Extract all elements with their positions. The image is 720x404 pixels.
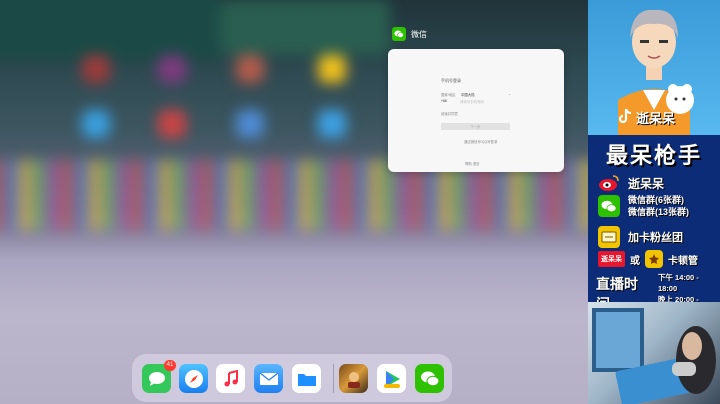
phone-input[interactable]: 请填写手机号码 — [460, 99, 484, 104]
dock-separator — [333, 364, 334, 393]
ipad-screen: 微信 手机号登录 国家/地区 中国大陆 ⌄ +86 请填写手机号码 阅读并同意 … — [0, 0, 588, 404]
kuaishou-right-name: 卡顿管 — [668, 255, 698, 267]
wechat-icon — [392, 27, 406, 41]
messages-app[interactable]: 41 — [142, 360, 176, 393]
tiktok-icon — [618, 108, 632, 127]
wechat-login-window[interactable]: 手机号登录 国家/地区 中国大陆 ⌄ +86 请填写手机号码 阅读并同意 下一步… — [388, 49, 564, 172]
webcam-feed — [588, 302, 720, 404]
weibo-icon — [598, 172, 620, 194]
weibo-row: 逝呆呆 — [598, 172, 664, 194]
wechat-app-name: 微信 — [411, 29, 427, 39]
stream-sidebar: 逝呆呆 最呆枪手 逝呆呆 微信群(6张群) 微信群(13张群) 加卡粉丝团 逝呆… — [588, 0, 720, 404]
chevron-down-icon: ⌄ — [508, 92, 511, 96]
wechat-window-label[interactable]: 微信 — [392, 27, 427, 41]
wechat-group-row: 微信群(6张群) 微信群(13张群) — [598, 194, 689, 218]
or-text: 或 — [630, 255, 640, 267]
region-label: 国家/地区 — [441, 93, 456, 97]
game-app[interactable] — [339, 364, 368, 393]
dock: 41 — [132, 354, 452, 402]
safari-app[interactable] — [179, 364, 208, 393]
next-button-label: 下一步 — [470, 125, 481, 129]
schedule-afternoon: 下午 14:00 - 18:00 — [657, 273, 699, 293]
login-heading: 手机号登录 — [441, 78, 461, 83]
kuaishou-row: 逝呆呆 或 卡顿管 — [598, 250, 698, 268]
compass-icon — [184, 369, 203, 388]
alt-login-link[interactable]: 通过微信号/QQ号登录 — [464, 139, 497, 144]
region-select[interactable]: 中国大陆 — [461, 92, 475, 97]
screen: 微信 手机号登录 国家/地区 中国大陆 ⌄ +86 请填写手机号码 阅读并同意 … — [0, 0, 720, 404]
weibo-name: 逝呆呆 — [628, 176, 665, 191]
music-app[interactable] — [216, 364, 245, 393]
folder-icon — [297, 373, 316, 386]
kuaishou-icon — [645, 250, 663, 268]
wechat-group-1: 微信群(6张群) — [628, 195, 684, 205]
wechat-group-icon — [598, 195, 620, 217]
message-bubble-icon — [148, 371, 165, 386]
next-button[interactable]: 下一步 — [441, 123, 510, 130]
wechat-group-2: 微信群(13张群) — [628, 207, 690, 217]
ticket-icon — [598, 226, 620, 248]
tiktok-handle: 逝呆呆 — [618, 108, 675, 127]
wechat-app[interactable] — [415, 364, 444, 393]
play-icon — [383, 370, 400, 388]
envelope-icon — [259, 372, 278, 385]
files-app[interactable] — [292, 364, 321, 393]
qq-group-name: 加卡粉丝团 — [628, 232, 683, 244]
game-character-icon — [347, 371, 360, 388]
stream-title: 最呆枪手 — [605, 143, 702, 168]
qq-group-row: 加卡粉丝团 — [598, 226, 683, 248]
music-note-icon — [224, 369, 238, 386]
messages-badge: 41 — [164, 360, 176, 371]
mail-app[interactable] — [254, 364, 283, 393]
footer-links[interactable]: 帮助 语言 — [465, 161, 480, 166]
wechat-bubbles-icon — [420, 371, 439, 386]
kuaishou-left-tag: 逝呆呆 — [598, 251, 625, 267]
phone-code: +86 — [441, 99, 447, 103]
video-app[interactable] — [377, 364, 406, 393]
agreement-hint[interactable]: 阅读并同意 — [441, 111, 458, 116]
tiktok-name: 逝呆呆 — [636, 111, 676, 126]
